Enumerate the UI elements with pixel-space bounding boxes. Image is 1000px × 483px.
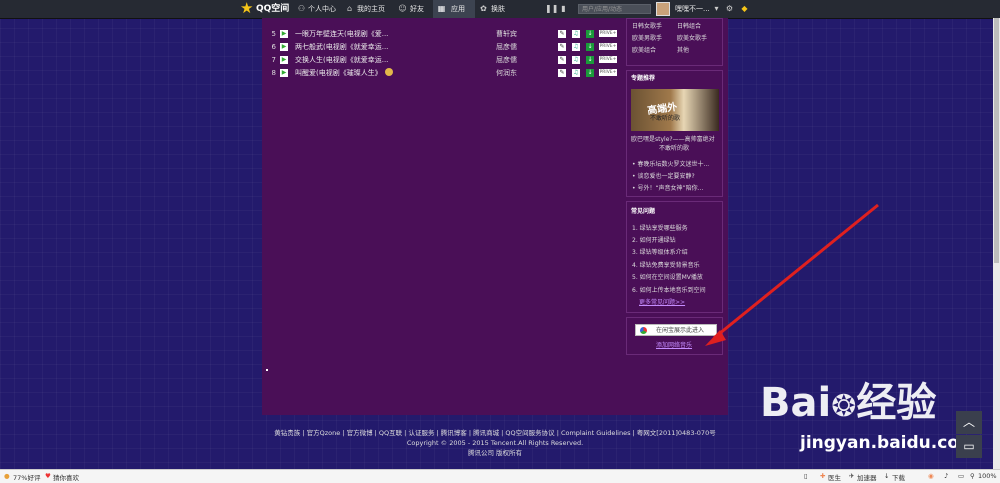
extension-icon[interactable]: ◉ [928,472,934,480]
baidu-watermark: Bai❂经验 [760,380,937,426]
feedback-button[interactable]: ▭ [956,435,982,458]
rating-icon: ● [4,472,10,480]
paw-icon: ❂ [831,389,857,424]
heart-icon: ♥ [45,472,51,480]
status-doctor[interactable]: 医生 [828,472,841,482]
phone-icon[interactable]: ▯ [804,472,808,480]
status-zoom[interactable]: 100% [978,472,997,480]
status-rating[interactable]: 77%好评 [13,472,40,482]
sound-icon[interactable]: ♪ [944,472,948,480]
back-to-top-button[interactable]: ︿ [956,411,982,434]
status-guess[interactable]: 猜你喜欢 [53,472,79,482]
status-accelerator[interactable]: 加速器 [857,472,877,482]
download-arrow-icon: ↓ [884,472,890,480]
scrollbar-thumb[interactable] [994,18,999,263]
zoom-icon: ⚲ [970,472,975,480]
browser-status-bar: ● 77%好评 ♥ 猜你喜欢 ▯ ✚ 医生 ✈ 加速器 ↓ 下载 ◉ ♪ ▭ ⚲… [0,469,1000,483]
screen-icon[interactable]: ▭ [958,472,964,480]
doctor-icon: ✚ [820,472,826,480]
baidu-watermark-url: jingyan.baidu.com [800,433,977,453]
accelerator-icon: ✈ [849,472,855,480]
status-download[interactable]: 下载 [892,472,905,482]
